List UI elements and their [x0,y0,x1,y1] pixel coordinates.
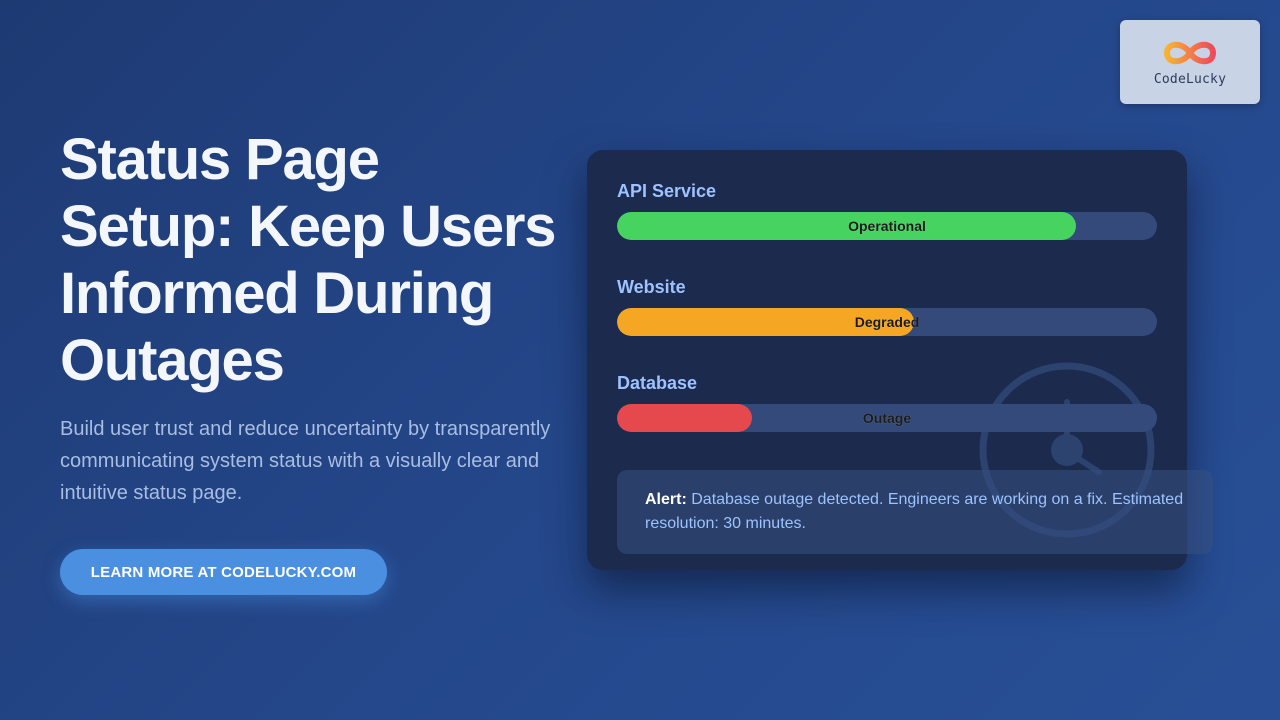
infinity-icon [1163,41,1217,64]
status-bar: Degraded [617,308,1157,336]
alert-title: Alert: [645,491,687,508]
alert-message: Database outage detected. Engineers are … [645,491,1184,532]
codelucky-logo[interactable]: CodeLucky [1120,20,1260,104]
service-database: Database Outage [617,372,1157,432]
status-label: Outage [862,410,912,426]
alert-box: Alert: Database outage detected. Enginee… [617,470,1213,554]
status-label: Operational [848,218,926,234]
service-name: Database [617,373,698,393]
status-card: API Service Operational Website Degraded… [587,150,1213,570]
learn-more-button[interactable]: LEARN MORE AT CODELUCKY.COM [60,549,387,595]
hero-title: Status Page Setup: Keep Users Informed D… [60,127,557,393]
service-name: Website [617,277,686,297]
service-website: Website Degraded [617,276,1157,336]
status-bar: Outage [617,404,1157,432]
hero-subtitle: Build user trust and reduce uncertainty … [60,418,551,504]
service-name: API Service [617,181,717,201]
status-bar: Operational [617,212,1157,240]
status-label: Degraded [854,314,920,330]
logo-text: CodeLucky [1153,71,1227,87]
service-api: API Service Operational [617,180,1157,240]
